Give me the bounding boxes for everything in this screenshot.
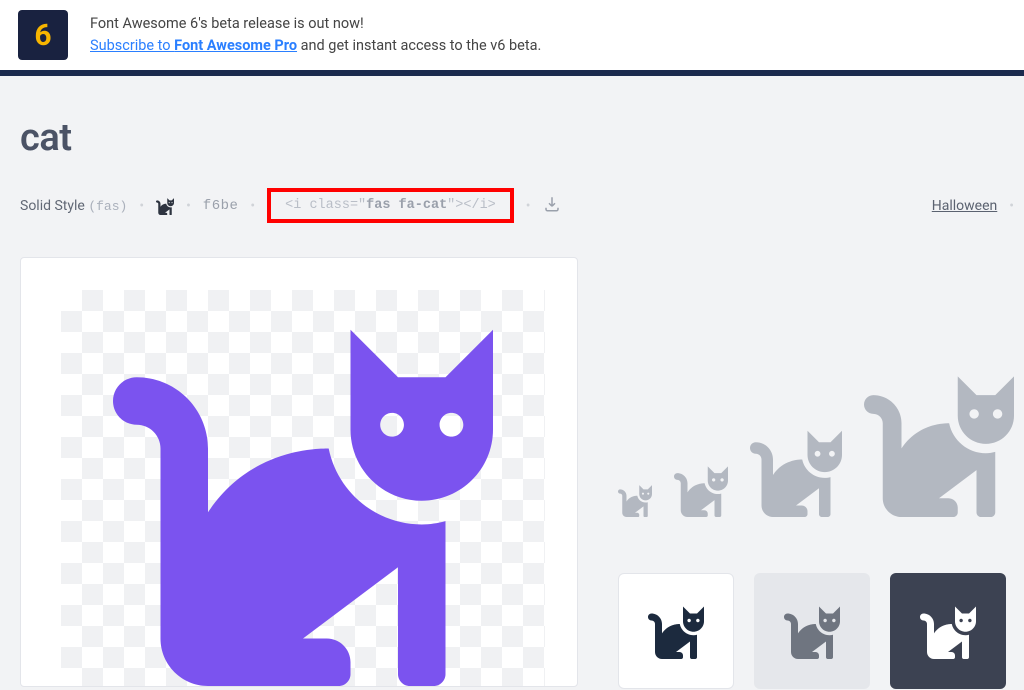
version-badge: 6 — [18, 10, 68, 60]
icon-title: cat — [20, 116, 1014, 160]
category-link[interactable]: Halloween — [932, 198, 998, 214]
variant-dark[interactable] — [890, 573, 1006, 689]
icon-meta-row: Solid Style (fas) • • f6be • <i class="f… — [20, 188, 1014, 223]
size-previews — [618, 367, 1014, 517]
cat-icon — [73, 306, 533, 686]
banner-text: Font Awesome 6's beta release is out now… — [90, 13, 541, 58]
html-snippet[interactable]: <i class="fas fa-cat"></i> — [267, 188, 514, 223]
announcement-banner: 6 Font Awesome 6's beta release is out n… — [0, 0, 1024, 76]
color-variants — [618, 573, 1014, 689]
cat-icon[interactable] — [864, 367, 1014, 517]
unicode-code[interactable]: f6be — [203, 198, 239, 214]
cat-icon — [784, 603, 840, 659]
cat-icon — [920, 603, 976, 659]
icon-preview-card — [20, 257, 578, 687]
cat-icon — [648, 603, 704, 659]
cat-icon[interactable] — [618, 483, 652, 517]
cat-icon[interactable] — [674, 463, 728, 517]
banner-line-2-rest: and get instant access to the v6 beta. — [297, 37, 541, 54]
variant-light[interactable] — [618, 573, 734, 689]
cat-icon[interactable] — [750, 425, 842, 517]
cat-icon[interactable] — [156, 197, 174, 215]
subscribe-link[interactable]: Subscribe to Font Awesome Pro — [90, 37, 297, 54]
checker-background — [61, 290, 545, 686]
style-label: Solid Style (fas) — [20, 198, 127, 214]
banner-line-1: Font Awesome 6's beta release is out now… — [90, 13, 541, 35]
download-icon[interactable] — [543, 195, 561, 217]
variant-grey[interactable] — [754, 573, 870, 689]
